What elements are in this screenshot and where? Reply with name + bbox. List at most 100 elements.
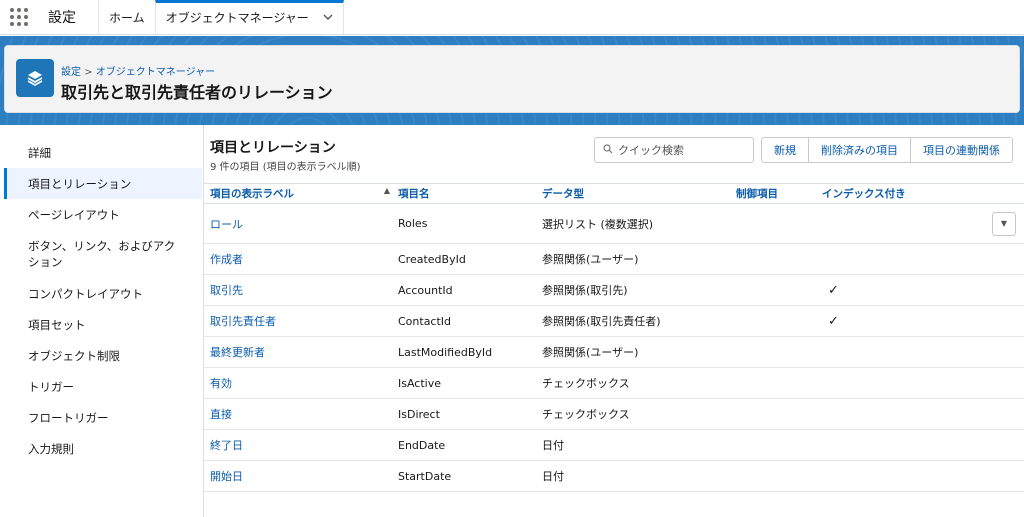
table-row: 直接 IsDirect チェックボックス	[204, 398, 1024, 430]
field-controlling	[736, 274, 822, 306]
chevron-down-icon[interactable]	[323, 12, 333, 23]
row-actions-cell	[992, 429, 1024, 461]
section-subtitle: 9 件の項目 (項目の表示ラベル順)	[210, 162, 361, 173]
deleted-fields-button[interactable]: 削除済みの項目	[808, 138, 910, 162]
field-label-link[interactable]: 最終更新者	[204, 336, 398, 368]
field-api-name: EndDate	[398, 429, 542, 461]
row-actions-cell	[992, 243, 1024, 275]
field-controlling	[736, 243, 822, 275]
breadcrumb-separator: >	[84, 67, 93, 78]
column-header-actions	[992, 183, 1024, 204]
field-api-name: ContactId	[398, 305, 542, 337]
field-label-link[interactable]: ロール	[204, 203, 398, 244]
sidebar-item-buttons-links-actions[interactable]: ボタン、リンク、およびアクション	[4, 230, 202, 278]
field-data-type: 参照関係(ユーザー)	[542, 243, 736, 275]
field-data-type: 日付	[542, 429, 736, 461]
search-icon	[603, 143, 613, 157]
breadcrumb: 設定 > オブジェクトマネージャー	[61, 63, 215, 78]
sidebar-item-page-layouts[interactable]: ページレイアウト	[4, 199, 202, 230]
search-placeholder: クイック検索	[618, 144, 684, 157]
table-header-row: 項目の表示ラベル ▲ 項目名 データ型 制御項目 インデックス付き	[204, 183, 1024, 204]
table-row: 終了日 EndDate 日付	[204, 429, 1024, 461]
column-header-indexed[interactable]: インデックス付き	[822, 183, 992, 204]
sidebar-item-object-limits[interactable]: オブジェクト制限	[4, 340, 202, 371]
field-controlling	[736, 460, 822, 492]
field-indexed	[822, 203, 992, 244]
breadcrumb-object-manager-link[interactable]: オブジェクトマネージャー	[96, 67, 215, 78]
sidebar-item-validation-rules[interactable]: 入力規則	[4, 433, 202, 464]
sidebar-item-fields-relationships[interactable]: 項目とリレーション	[4, 168, 202, 199]
fields-table: 項目の表示ラベル ▲ 項目名 データ型 制御項目 インデックス付き ロール Ro…	[204, 183, 1024, 492]
column-header-data-type[interactable]: データ型	[542, 183, 736, 204]
sort-asc-icon[interactable]: ▲	[384, 186, 390, 195]
field-data-type: チェックボックス	[542, 398, 736, 430]
page-title: 取引先と取引先責任者のリレーション	[61, 83, 333, 102]
new-button[interactable]: 新規	[762, 138, 808, 162]
app-name: 設定	[48, 10, 76, 26]
sidebar-item-compact-layouts[interactable]: コンパクトレイアウト	[4, 278, 202, 309]
column-header-label[interactable]: 項目の表示ラベル ▲	[204, 183, 398, 204]
field-label-link[interactable]: 有効	[204, 367, 398, 399]
field-label-link[interactable]: 作成者	[204, 243, 398, 275]
breadcrumb-setup-link[interactable]: 設定	[61, 67, 81, 78]
field-label-link[interactable]: 終了日	[204, 429, 398, 461]
field-data-type: チェックボックス	[542, 367, 736, 399]
table-row: 取引先責任者 ContactId 参照関係(取引先責任者) ✓	[204, 305, 1024, 337]
section-title: 項目とリレーション	[210, 140, 336, 156]
field-controlling	[736, 203, 822, 244]
field-data-type: 選択リスト (複数選択)	[542, 203, 736, 244]
field-api-name: StartDate	[398, 460, 542, 492]
field-api-name: IsDirect	[398, 398, 542, 430]
field-controlling	[736, 398, 822, 430]
field-api-name: CreatedById	[398, 243, 542, 275]
table-row: 作成者 CreatedById 参照関係(ユーザー)	[204, 243, 1024, 275]
table-row: 開始日 StartDate 日付	[204, 460, 1024, 492]
field-dependencies-button[interactable]: 項目の連動関係	[910, 138, 1012, 162]
action-button-group: 新規 削除済みの項目 項目の連動関係	[761, 137, 1013, 163]
tab-object-manager[interactable]: オブジェクトマネージャー	[154, 0, 344, 34]
field-label-link[interactable]: 取引先責任者	[204, 305, 398, 337]
field-label-link[interactable]: 開始日	[204, 460, 398, 492]
sidebar-item-details[interactable]: 詳細	[4, 137, 202, 168]
table-row: 取引先 AccountId 参照関係(取引先) ✓	[204, 274, 1024, 306]
layers-icon	[16, 59, 54, 97]
tab-object-manager-label: オブジェクトマネージャー	[165, 10, 309, 25]
sidebar-item-field-sets[interactable]: 項目セット	[4, 309, 202, 340]
field-indexed	[822, 336, 992, 368]
field-indexed: ✓	[822, 305, 992, 337]
field-indexed	[822, 429, 992, 461]
field-controlling	[736, 336, 822, 368]
field-api-name: Roles	[398, 203, 542, 244]
page-header: 設定 > オブジェクトマネージャー 取引先と取引先責任者のリレーション	[4, 45, 1020, 113]
row-actions-cell	[992, 336, 1024, 368]
tab-home[interactable]: ホーム	[98, 0, 155, 34]
field-api-name: IsActive	[398, 367, 542, 399]
sidebar-item-flow-triggers[interactable]: フロートリガー	[4, 402, 202, 433]
field-indexed	[822, 398, 992, 430]
row-actions-cell	[992, 398, 1024, 430]
field-indexed	[822, 460, 992, 492]
column-header-label-text: 項目の表示ラベル	[210, 188, 294, 200]
row-actions-cell	[992, 367, 1024, 399]
main-panel: 項目とリレーション 9 件の項目 (項目の表示ラベル順) クイック検索 新規 削…	[203, 125, 1024, 517]
table-row: 最終更新者 LastModifiedById 参照関係(ユーザー)	[204, 336, 1024, 368]
table-row: 有効 IsActive チェックボックス	[204, 367, 1024, 399]
field-label-link[interactable]: 直接	[204, 398, 398, 430]
field-controlling	[736, 305, 822, 337]
field-label-link[interactable]: 取引先	[204, 274, 398, 306]
field-indexed	[822, 367, 992, 399]
column-header-controlling[interactable]: 制御項目	[736, 183, 822, 204]
row-actions-cell	[992, 305, 1024, 337]
field-data-type: 日付	[542, 460, 736, 492]
quick-search-input[interactable]: クイック検索	[594, 137, 754, 163]
field-api-name: AccountId	[398, 274, 542, 306]
field-controlling	[736, 367, 822, 399]
field-data-type: 参照関係(取引先)	[542, 274, 736, 306]
column-header-api-name[interactable]: 項目名	[398, 183, 542, 204]
row-actions-cell: ▼	[992, 203, 1024, 244]
app-launcher-icon[interactable]	[0, 0, 38, 34]
row-actions-cell	[992, 274, 1024, 306]
row-action-dropdown-icon[interactable]: ▼	[992, 211, 1016, 236]
sidebar: 詳細 項目とリレーション ページレイアウト ボタン、リンク、およびアクション コ…	[4, 125, 202, 517]
sidebar-item-triggers[interactable]: トリガー	[4, 371, 202, 402]
